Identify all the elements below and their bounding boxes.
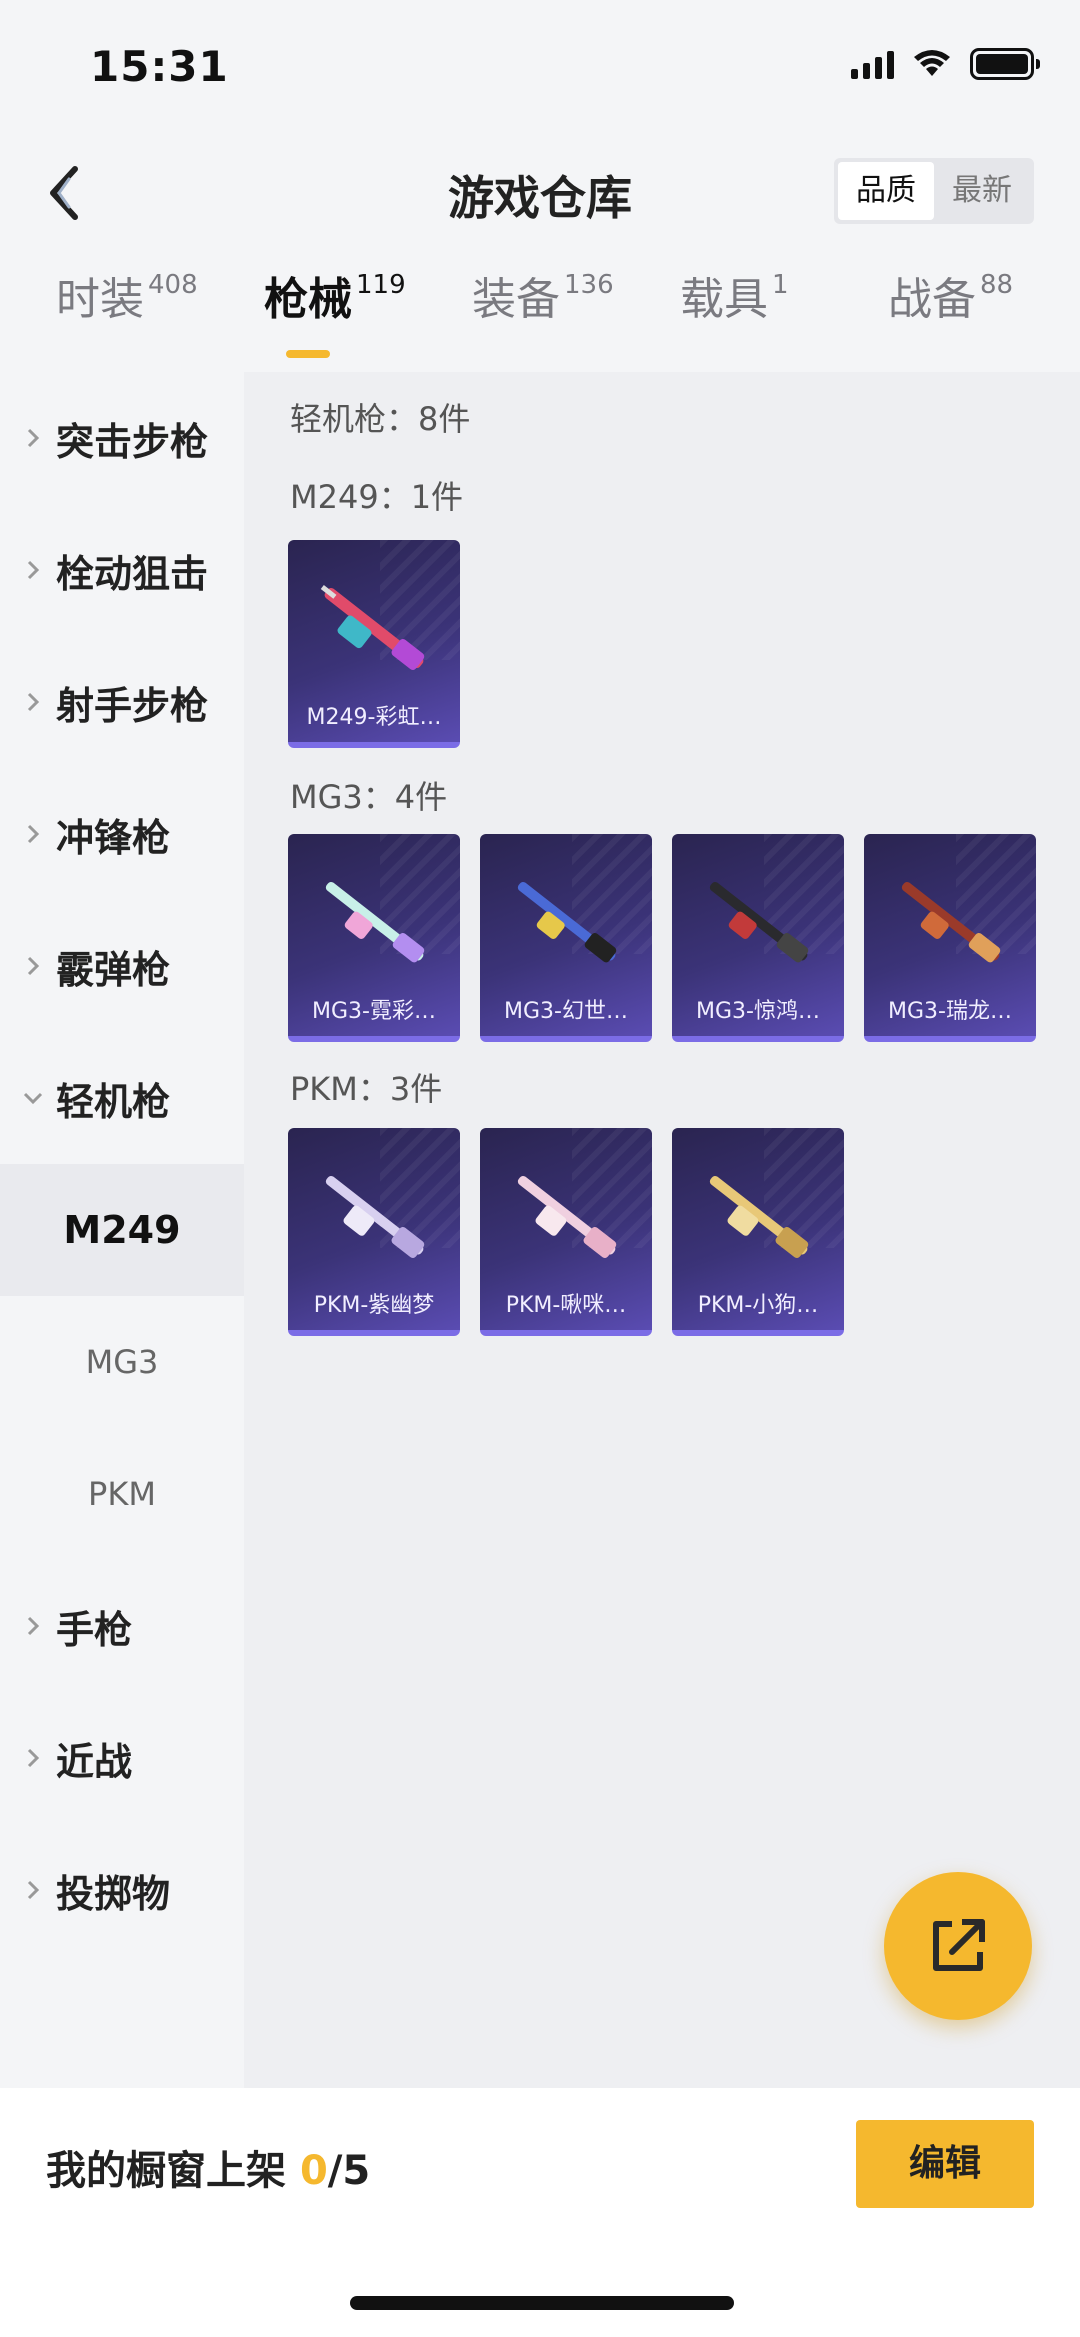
- machine-gun-icon: [325, 881, 425, 963]
- item-card-mg3-3[interactable]: MG3-惊鸿…: [672, 834, 844, 1042]
- shelf-total-count: /5: [327, 2148, 371, 2194]
- item-name: M249-彩虹…: [306, 705, 442, 730]
- sidebar-item-label: 轻机枪: [56, 1079, 171, 1124]
- machine-gun-icon: [325, 1175, 425, 1258]
- status-icons: [851, 48, 1040, 80]
- item-name: PKM-啾咪…: [505, 1293, 627, 1318]
- sidebar-item-assault-rifle[interactable]: 突击步枪: [0, 372, 244, 504]
- wifi-icon: [914, 50, 950, 76]
- chevron-right-icon: [27, 428, 40, 448]
- shelf-current-count: 0: [299, 2148, 328, 2194]
- cellular-signal-icon: [851, 49, 894, 79]
- tab-label: 战备: [888, 274, 976, 325]
- chevron-right-icon: [27, 1880, 40, 1900]
- sort-option-newest[interactable]: 最新: [934, 162, 1030, 220]
- home-indicator[interactable]: [350, 2296, 734, 2310]
- sidebar-item-bolt-sniper[interactable]: 栓动狙击: [0, 504, 244, 636]
- tab-label: 装备: [472, 274, 560, 325]
- group-title-m249: M249：1件: [290, 478, 464, 516]
- machine-gun-icon: [517, 881, 617, 963]
- edit-button[interactable]: 编辑: [856, 2120, 1034, 2208]
- item-grid-panel: 轻机枪：8件 M249：1件 M249-彩虹… MG3：4件 MG3-霓彩… M…: [244, 372, 1080, 2088]
- tab-vehicles[interactable]: 载具 1: [680, 270, 789, 360]
- machine-gun-icon: [709, 881, 809, 963]
- sidebar-item-label: 近战: [56, 1739, 133, 1784]
- tab-firearms[interactable]: 枪械 119: [264, 270, 406, 360]
- item-card-pkm-1[interactable]: PKM-紫幽梦: [288, 1128, 460, 1336]
- chevron-right-icon: [27, 956, 40, 976]
- item-name: MG3-瑞龙…: [888, 999, 1012, 1024]
- machine-gun-icon: [901, 881, 1001, 963]
- machine-gun-icon: [709, 1175, 809, 1258]
- item-name: MG3-幻世…: [504, 999, 628, 1024]
- sort-option-quality[interactable]: 品质: [838, 162, 934, 220]
- machine-gun-icon: [517, 1175, 617, 1258]
- category-tabs: 时装 408 枪械 119 装备 136 载具 1 战备 88: [0, 270, 1080, 370]
- group-title-mg3: MG3：4件: [290, 778, 448, 816]
- group-title-pkm: PKM：3件: [290, 1070, 443, 1108]
- tab-count: 119: [356, 270, 406, 300]
- sidebar-item-label: 冲锋枪: [56, 815, 171, 860]
- sidebar-item-label: 手枪: [56, 1607, 133, 1652]
- sidebar-item-label: 栓动狙击: [56, 551, 209, 596]
- status-bar: 15:31: [0, 0, 1080, 140]
- chevron-right-icon: [27, 560, 40, 580]
- sidebar-item-smg[interactable]: 冲锋枪: [0, 768, 244, 900]
- showcase-shelf-status: 我的橱窗上架 0/5: [46, 2138, 370, 2196]
- tab-label: 时装: [56, 274, 144, 325]
- sidebar-item-label: 投掷物: [56, 1871, 171, 1916]
- tab-fashion[interactable]: 时装 408: [56, 270, 198, 360]
- item-card-pkm-2[interactable]: PKM-啾咪…: [480, 1128, 652, 1336]
- machine-gun-icon: [320, 585, 425, 670]
- tab-supplies[interactable]: 战备 88: [888, 270, 1013, 360]
- tab-count: 136: [564, 270, 614, 300]
- tab-count: 408: [148, 270, 198, 300]
- chevron-right-icon: [27, 1748, 40, 1768]
- sidebar-item-lmg[interactable]: 轻机枪: [0, 1032, 244, 1164]
- share-button[interactable]: [884, 1872, 1032, 2020]
- sidebar-subitem-m249[interactable]: M249: [0, 1164, 244, 1296]
- tab-count: 88: [980, 270, 1014, 300]
- sidebar-item-label: 霰弹枪: [56, 947, 171, 992]
- sidebar-item-throwables[interactable]: 投掷物: [0, 1824, 244, 1956]
- item-card-pkm-3[interactable]: PKM-小狗…: [672, 1128, 844, 1336]
- sort-toggle: 品质 最新: [834, 158, 1034, 224]
- sidebar-item-shotgun[interactable]: 霰弹枪: [0, 900, 244, 1032]
- sidebar-item-label: 射手步枪: [56, 683, 209, 728]
- sidebar-item-marksman-rifle[interactable]: 射手步枪: [0, 636, 244, 768]
- sidebar-subitem-mg3[interactable]: MG3: [0, 1296, 244, 1428]
- category-summary: 轻机枪：8件: [290, 400, 471, 438]
- sidebar-subitem-pkm[interactable]: PKM: [0, 1428, 244, 1560]
- item-name: MG3-惊鸿…: [696, 999, 820, 1024]
- tab-equipment[interactable]: 装备 136: [472, 270, 614, 360]
- sidebar-item-melee[interactable]: 近战: [0, 1692, 244, 1824]
- item-name: PKM-小狗…: [697, 1293, 819, 1318]
- battery-icon: [970, 48, 1040, 80]
- item-card-mg3-1[interactable]: MG3-霓彩…: [288, 834, 460, 1042]
- share-external-icon: [933, 1919, 985, 1971]
- item-card-m249-1[interactable]: M249-彩虹…: [288, 540, 460, 748]
- warehouse-screen: 15:31 游戏仓库 品质 最新 时装 408 枪械 119 装备 136 载具…: [0, 0, 1080, 2337]
- sidebar-item-label: 突击步枪: [56, 419, 209, 464]
- tab-label: 枪械: [264, 274, 352, 325]
- item-name: MG3-霓彩…: [312, 999, 436, 1024]
- item-name: PKM-紫幽梦: [313, 1293, 435, 1318]
- chevron-down-icon: [23, 1092, 43, 1105]
- sidebar-item-pistol[interactable]: 手枪: [0, 1560, 244, 1692]
- tab-label: 载具: [680, 274, 768, 325]
- item-card-mg3-4[interactable]: MG3-瑞龙…: [864, 834, 1036, 1042]
- tab-count: 1: [772, 270, 789, 300]
- chevron-right-icon: [27, 824, 40, 844]
- shelf-label: 我的橱窗上架: [46, 2148, 286, 2194]
- active-tab-indicator: [286, 350, 330, 358]
- category-sidebar: 突击步枪 栓动狙击 射手步枪 冲锋枪 霰弹枪 轻机枪 M249 MG3 PKM …: [0, 372, 244, 2088]
- header: 游戏仓库 品质 最新: [0, 140, 1080, 240]
- chevron-right-icon: [27, 692, 40, 712]
- item-card-mg3-2[interactable]: MG3-幻世…: [480, 834, 652, 1042]
- status-time: 15:31: [90, 42, 229, 91]
- chevron-right-icon: [27, 1616, 40, 1636]
